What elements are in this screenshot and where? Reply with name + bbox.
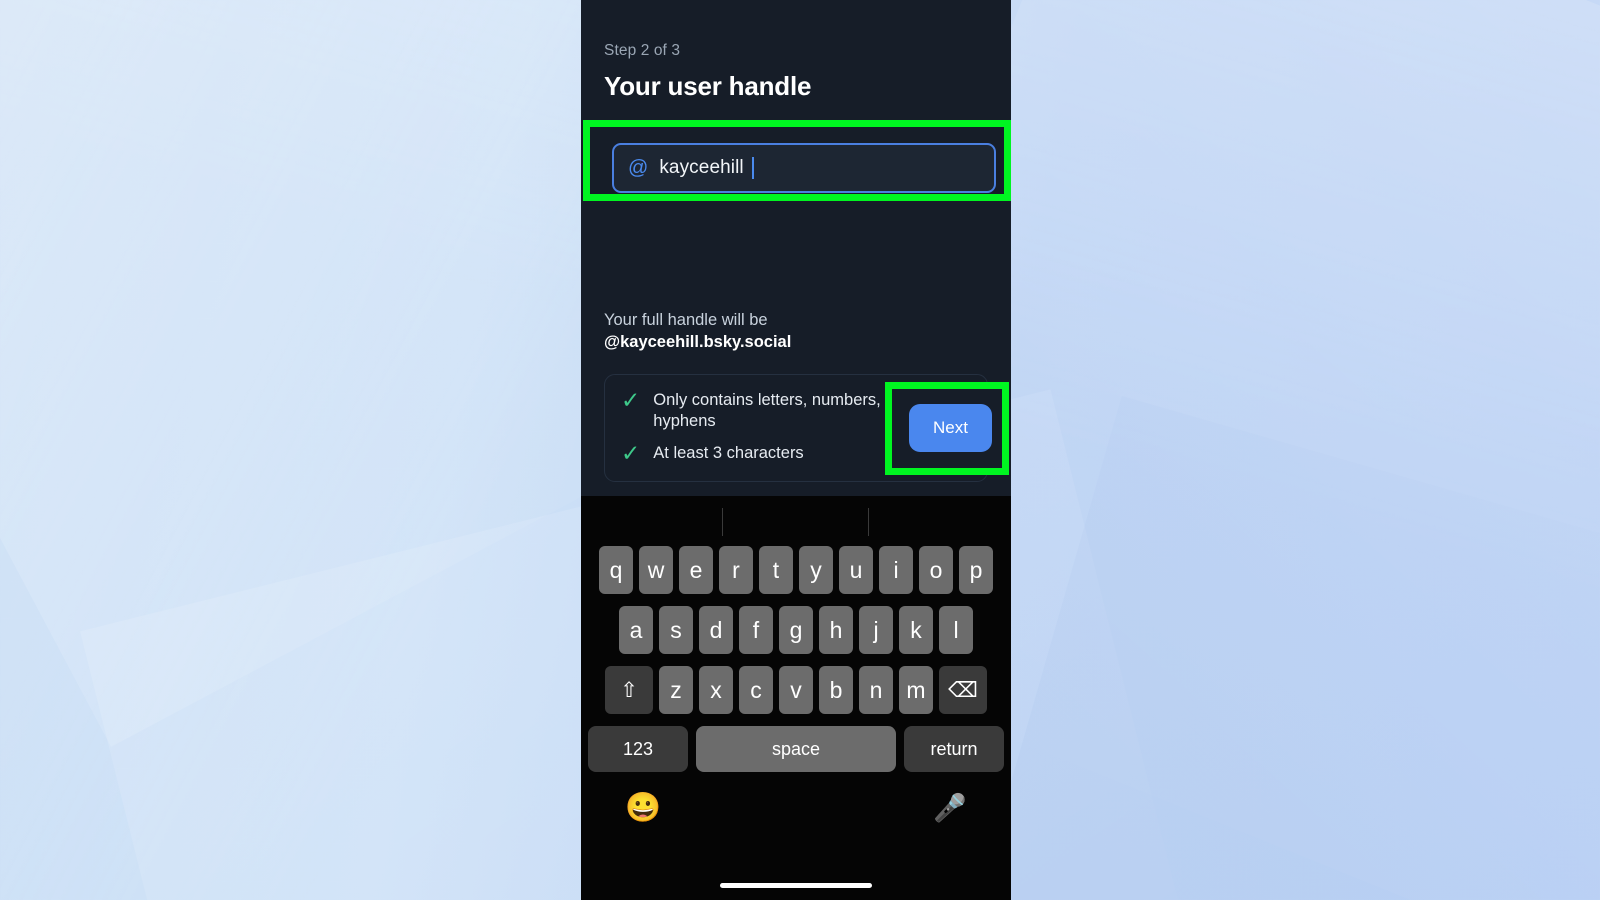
key-n[interactable]: n (859, 666, 893, 714)
handle-input[interactable]: @ kayceehill (612, 143, 996, 193)
key-a[interactable]: a (619, 606, 653, 654)
key-t[interactable]: t (759, 546, 793, 594)
keyboard-row-4: 123 space return (581, 726, 1011, 772)
key-b[interactable]: b (819, 666, 853, 714)
signup-app-panel: Step 2 of 3 Your user handle Your full h… (581, 0, 1011, 618)
key-e[interactable]: e (679, 546, 713, 594)
check-icon: ✓ (621, 386, 641, 413)
key-q[interactable]: q (599, 546, 633, 594)
full-handle-hint: Your full handle will be @kayceehill.bsk… (604, 310, 988, 354)
key-x[interactable]: x (699, 666, 733, 714)
key-g[interactable]: g (779, 606, 813, 654)
key-k[interactable]: k (899, 606, 933, 654)
wallpaper-facet-4 (945, 395, 1600, 900)
shift-key[interactable]: ⇧ (605, 666, 653, 714)
home-indicator[interactable] (720, 883, 872, 888)
suggestion-strip[interactable] (581, 496, 1011, 546)
phone-screen: Step 2 of 3 Your user handle Your full h… (581, 0, 1011, 900)
microphone-icon[interactable]: 🎤 (933, 794, 967, 822)
suggestion-divider (868, 508, 869, 536)
space-key[interactable]: space (696, 726, 896, 772)
next-button-highlight: Next (885, 382, 1009, 475)
full-handle-value: @kayceehill.bsky.social (604, 332, 792, 351)
keyboard-bottom-bar: 😀 🎤 (581, 772, 1011, 844)
validation-text: At least 3 characters (653, 444, 804, 463)
key-w[interactable]: w (639, 546, 673, 594)
key-l[interactable]: l (939, 606, 973, 654)
page-title: Your user handle (604, 71, 812, 101)
emoji-icon[interactable]: 😀 (625, 793, 661, 823)
return-key[interactable]: return (904, 726, 1004, 772)
full-handle-prefix: Your full handle will be (604, 311, 768, 329)
check-icon: ✓ (621, 440, 641, 467)
key-i[interactable]: i (879, 546, 913, 594)
key-y[interactable]: y (799, 546, 833, 594)
next-button[interactable]: Next (909, 404, 992, 452)
keyboard-row-2: a s d f g h j k l (581, 606, 1011, 654)
onscreen-keyboard: q w e r t y u i o p a s d f g h j k l ⇧ … (581, 496, 1011, 900)
key-r[interactable]: r (719, 546, 753, 594)
key-d[interactable]: d (699, 606, 733, 654)
key-u[interactable]: u (839, 546, 873, 594)
key-c[interactable]: c (739, 666, 773, 714)
key-s[interactable]: s (659, 606, 693, 654)
handle-input-value: kayceehill (659, 157, 744, 178)
backspace-key[interactable]: ⌫ (939, 666, 987, 714)
text-cursor (751, 157, 754, 179)
keyboard-row-3: ⇧ z x c v b n m ⌫ (581, 666, 1011, 714)
key-j[interactable]: j (859, 606, 893, 654)
key-p[interactable]: p (959, 546, 993, 594)
keyboard-row-1: q w e r t y u i o p (581, 546, 1011, 594)
key-h[interactable]: h (819, 606, 853, 654)
numbers-key[interactable]: 123 (588, 726, 688, 772)
step-label: Step 2 of 3 (604, 42, 681, 59)
handle-input-highlight: @ kayceehill (583, 120, 1011, 201)
key-z[interactable]: z (659, 666, 693, 714)
key-m[interactable]: m (899, 666, 933, 714)
suggestion-divider (722, 508, 723, 536)
at-icon: @ (628, 157, 649, 179)
key-o[interactable]: o (919, 546, 953, 594)
key-v[interactable]: v (779, 666, 813, 714)
key-f[interactable]: f (739, 606, 773, 654)
